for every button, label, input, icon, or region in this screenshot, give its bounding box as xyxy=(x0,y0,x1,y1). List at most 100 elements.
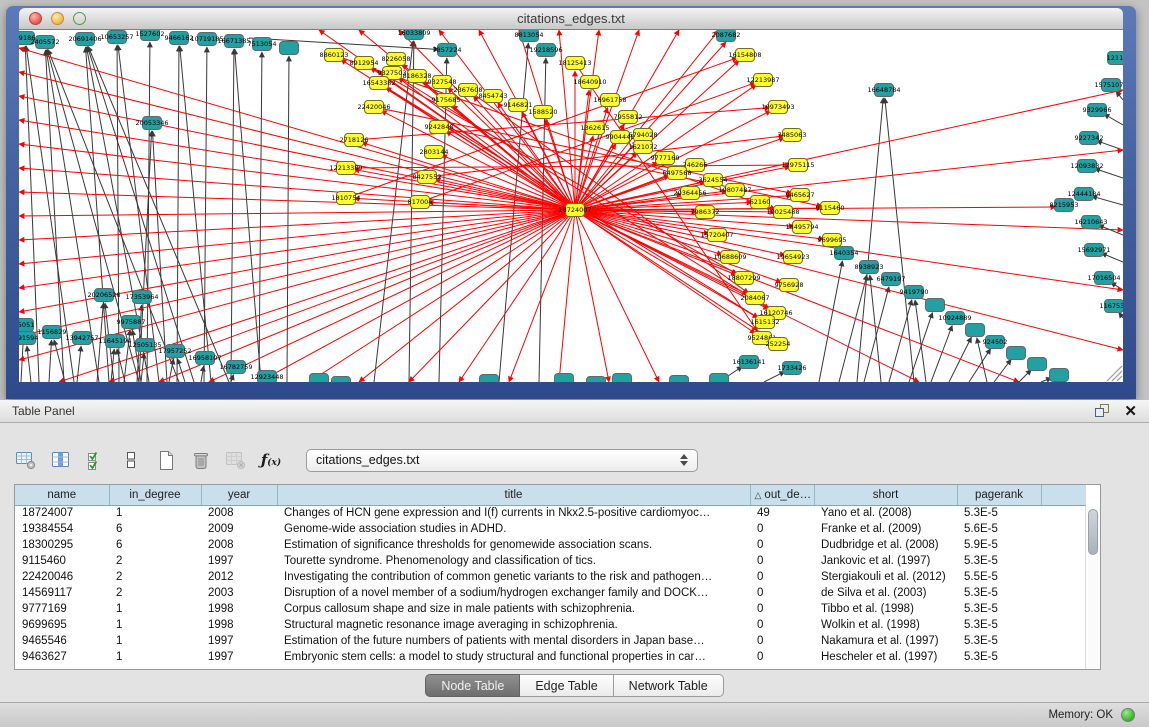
minimize-button[interactable] xyxy=(51,12,64,25)
graph-node[interactable]: 16671385 xyxy=(217,35,250,48)
graph-node[interactable]: 9175685 xyxy=(432,94,461,107)
graph-node[interactable]: 16958107 xyxy=(188,352,221,365)
graph-node[interactable]: 8938923 xyxy=(855,261,884,274)
table-cell[interactable]: 5.3E-5 xyxy=(957,553,1041,569)
table-cell[interactable]: Franke et al. (2009) xyxy=(814,521,957,537)
table-cell[interactable]: Tibbo et al. (1998) xyxy=(814,601,957,617)
float-panel-icon[interactable] xyxy=(1095,404,1110,418)
table-cell[interactable]: 18300295 xyxy=(15,537,109,553)
zoom-button[interactable] xyxy=(73,12,86,25)
graph-node[interactable] xyxy=(670,376,689,383)
graph-node[interactable] xyxy=(587,377,606,383)
graph-node[interactable] xyxy=(310,374,329,383)
table-cell[interactable]: 2009 xyxy=(201,521,277,537)
graph-node[interactable]: 8813054 xyxy=(515,30,544,42)
table-cell[interactable]: 19384554 xyxy=(15,521,109,537)
graph-node[interactable] xyxy=(1050,369,1069,382)
graph-node[interactable]: 8215953 xyxy=(1050,199,1079,212)
table-cell[interactable]: Nakamura et al. (1997) xyxy=(814,633,957,649)
graph-node[interactable]: 15751074 xyxy=(1094,79,1123,92)
table-scrollbar[interactable] xyxy=(1085,506,1100,669)
graph-node[interactable] xyxy=(1007,347,1026,360)
table-selector-dropdown[interactable]: citations_edges.txt xyxy=(306,449,698,472)
graph-node[interactable]: 10688609 xyxy=(713,251,746,264)
scrollbar-thumb[interactable] xyxy=(1088,509,1098,555)
column-header-short[interactable]: short xyxy=(814,485,957,505)
graph-node[interactable]: 10025488 xyxy=(766,206,799,219)
table-cell[interactable]: 5.3E-5 xyxy=(957,649,1041,665)
table-row[interactable]: 969969511998Structural magnetic resonanc… xyxy=(15,617,1086,633)
table-settings-button[interactable] xyxy=(12,447,40,473)
table-cell[interactable]: Structural magnetic resonance image aver… xyxy=(277,617,750,633)
graph-node[interactable]: 18125413 xyxy=(558,57,591,70)
graph-node[interactable] xyxy=(710,374,729,383)
column-header-year[interactable]: year xyxy=(201,485,277,505)
graph-node[interactable]: 1640354 xyxy=(830,247,859,260)
table-cell[interactable]: 0 xyxy=(750,585,814,601)
table-cell[interactable]: 5.9E-5 xyxy=(957,537,1041,553)
table-cell[interactable]: 0 xyxy=(750,617,814,633)
graph-node[interactable]: 10973493 xyxy=(761,101,794,114)
table-cell[interactable]: 0 xyxy=(750,521,814,537)
table-row[interactable]: 946362711997Embryonic stem cells: a mode… xyxy=(15,649,1086,665)
graph-node[interactable]: 2718126 xyxy=(340,134,369,147)
table-cell[interactable]: 2008 xyxy=(201,537,277,553)
graph-node[interactable] xyxy=(280,42,299,55)
graph-node[interactable]: 17016504 xyxy=(1087,272,1120,285)
graph-node[interactable]: 6479197 xyxy=(877,273,906,286)
graph-node[interactable]: 10653257 xyxy=(100,31,133,44)
table-cell[interactable]: Wolkin et al. (1998) xyxy=(814,617,957,633)
delete-table-button[interactable] xyxy=(222,447,250,473)
graph-node[interactable]: 391594 xyxy=(19,332,38,345)
graph-node[interactable]: 1527602 xyxy=(136,30,165,41)
table-cell[interactable]: 5.3E-5 xyxy=(957,505,1041,521)
graph-node[interactable]: 7955812 xyxy=(614,111,643,124)
table-cell[interactable]: 1997 xyxy=(201,649,277,665)
graph-node[interactable]: 8860123 xyxy=(320,49,349,62)
checklist-button[interactable] xyxy=(82,447,110,473)
table-cell[interactable]: 5.3E-5 xyxy=(957,585,1041,601)
graph-node[interactable]: 9699695 xyxy=(818,234,847,247)
table-cell[interactable]: 1998 xyxy=(201,617,277,633)
table-cell[interactable]: Genome-wide association studies in ADHD. xyxy=(277,521,750,537)
table-row[interactable]: 911546021997Tourette syndrome. Phenomeno… xyxy=(15,553,1086,569)
graph-node[interactable]: 22420046 xyxy=(357,101,390,114)
table-cell[interactable]: 9777169 xyxy=(15,601,109,617)
graph-node[interactable]: 15720407 xyxy=(700,229,733,242)
table-cell[interactable]: 1997 xyxy=(201,633,277,649)
graph-node[interactable]: 18495794 xyxy=(785,221,818,234)
table-cell[interactable]: Estimation of the future numbers of pati… xyxy=(277,633,750,649)
graph-node[interactable]: 11645194 xyxy=(98,335,131,348)
table-cell[interactable]: Dudbridge et al. (2008) xyxy=(814,537,957,553)
graph-node[interactable]: 12444184 xyxy=(1067,188,1100,201)
table-cell[interactable]: Investigating the contribution of common… xyxy=(277,569,750,585)
table-cell[interactable]: 5.3E-5 xyxy=(957,633,1041,649)
graph-node[interactable]: 12112 xyxy=(1107,52,1123,65)
table-row[interactable]: 1872400712008Changes of HCN gene express… xyxy=(15,505,1086,521)
graph-node[interactable]: 16961758 xyxy=(593,94,626,107)
table-row[interactable]: 1830029562008Estimation of significance … xyxy=(15,537,1086,553)
table-cell[interactable]: 0 xyxy=(750,649,814,665)
graph-node[interactable]: 18807299 xyxy=(727,272,760,285)
table-cell[interactable]: 2 xyxy=(109,553,201,569)
graph-node[interactable]: 19654923 xyxy=(776,251,809,264)
close-button[interactable] xyxy=(29,12,42,25)
graph-node[interactable]: 6497568 xyxy=(663,167,692,180)
graph-node[interactable]: 18640910 xyxy=(573,76,606,89)
table-row[interactable]: 946554611997Estimation of the future num… xyxy=(15,633,1086,649)
table-cell[interactable]: 1 xyxy=(109,633,201,649)
table-cell[interactable]: 2 xyxy=(109,569,201,585)
graph-node[interactable]: 817004 xyxy=(408,196,433,209)
graph-node[interactable]: 1621072 xyxy=(629,141,658,154)
graph-node[interactable]: 7986372 xyxy=(691,206,720,219)
table-cell[interactable]: 5.6E-5 xyxy=(957,521,1041,537)
graph-node[interactable]: 19218596 xyxy=(529,44,562,57)
graph-node[interactable]: 9115460 xyxy=(816,202,845,215)
graph-node[interactable]: 9329966 xyxy=(1083,104,1112,117)
graph-node[interactable] xyxy=(613,374,632,383)
table-row[interactable]: 1938455462009Genome-wide association stu… xyxy=(15,521,1086,537)
graph-node[interactable]: 9242848 xyxy=(425,121,454,134)
table-cell[interactable]: Jankovic et al. (1997) xyxy=(814,553,957,569)
graph-node[interactable]: 252254 xyxy=(766,338,791,351)
tab-node-table[interactable]: Node Table xyxy=(425,674,520,697)
